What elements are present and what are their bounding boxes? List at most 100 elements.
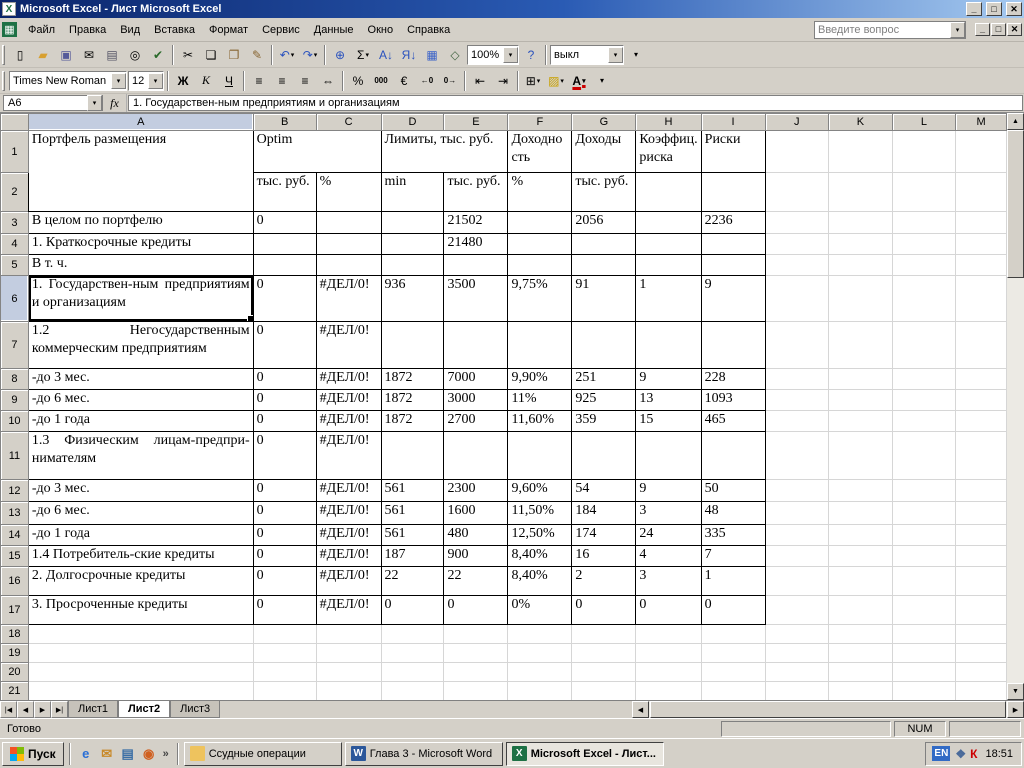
cell-I20[interactable] — [700, 662, 766, 682]
cell-D18[interactable] — [380, 624, 445, 644]
next-sheet-button[interactable]: ▶ — [34, 701, 51, 718]
column-header-g[interactable]: G — [571, 113, 637, 131]
cell-D8[interactable]: 1872 — [380, 368, 445, 390]
align-left-icon[interactable]: ≡ — [248, 70, 270, 92]
row-header-2[interactable]: 2 — [0, 172, 29, 212]
cell-A18[interactable] — [27, 624, 254, 644]
format-painter-icon[interactable]: ✎ — [246, 44, 268, 66]
cell-L11[interactable] — [891, 431, 957, 480]
cell-J17[interactable] — [764, 595, 830, 625]
toolbar-options-icon[interactable]: ▾ — [625, 44, 647, 66]
cell-G10[interactable]: 359 — [571, 410, 637, 432]
cell-E18[interactable] — [443, 624, 509, 644]
cell-F20[interactable] — [507, 662, 573, 682]
cell-E20[interactable] — [443, 662, 509, 682]
macro-state-combo[interactable]: выкл ▾ — [550, 44, 624, 65]
cell-F13[interactable]: 11,50% — [507, 501, 573, 525]
cell-G13[interactable]: 184 — [571, 501, 637, 525]
cell-G4[interactable] — [571, 233, 637, 255]
cell-G12[interactable]: 54 — [571, 479, 637, 502]
dropdown-arrow-icon[interactable]: ▾ — [365, 51, 369, 59]
cell-C10[interactable]: #ДЕЛ/0! — [315, 410, 382, 432]
cell-F10[interactable]: 11,60% — [507, 410, 573, 432]
last-sheet-button[interactable]: ▶| — [51, 701, 68, 718]
cell-B18[interactable] — [252, 624, 317, 644]
row-header-21[interactable]: 21 — [0, 681, 29, 700]
cell-C16[interactable]: #ДЕЛ/0! — [315, 566, 382, 596]
row-header-18[interactable]: 18 — [0, 624, 29, 644]
quick-launch-overflow-icon[interactable]: » — [160, 748, 172, 760]
cell-L13[interactable] — [891, 501, 957, 525]
cell-M6[interactable] — [955, 275, 1007, 322]
cell-F21[interactable] — [507, 681, 573, 700]
scroll-right-button[interactable]: ▶ — [1007, 701, 1024, 718]
cell-M20[interactable] — [955, 662, 1007, 682]
cell-K18[interactable] — [828, 624, 893, 644]
spelling-icon[interactable]: ✔ — [147, 44, 169, 66]
comma-style-icon[interactable]: 000 — [370, 70, 392, 92]
dropdown-arrow-icon[interactable]: ▾ — [537, 77, 541, 85]
cell-E13[interactable]: 1600 — [443, 501, 509, 525]
vertical-scrollbar[interactable]: ▲ ▼ — [1007, 113, 1024, 700]
minimize-button[interactable]: _ — [966, 2, 982, 16]
cell-I15[interactable]: 7 — [700, 545, 766, 567]
cell-I10[interactable]: 465 — [700, 410, 766, 432]
font-name-combo[interactable]: Times New Roman ▾ — [9, 70, 127, 91]
name-box-arrow-icon[interactable]: ▾ — [87, 95, 102, 111]
cell-G21[interactable] — [571, 681, 637, 700]
dropdown-arrow-icon[interactable]: ▾ — [111, 72, 126, 89]
cell-A10[interactable]: -до 1 года — [27, 410, 254, 432]
open-icon[interactable]: ▰ — [32, 44, 54, 66]
cell-J21[interactable] — [764, 681, 830, 700]
cell-J9[interactable] — [764, 389, 830, 411]
cell-I16[interactable]: 1 — [700, 566, 766, 596]
start-button[interactable]: Пуск — [2, 741, 64, 766]
cell-M16[interactable] — [955, 566, 1007, 596]
cut-icon[interactable]: ✂ — [177, 44, 199, 66]
hyperlink-icon[interactable]: ⊕ — [329, 44, 351, 66]
cell-H11[interactable] — [635, 431, 702, 480]
column-header-m[interactable]: M — [955, 113, 1007, 131]
cell-E10[interactable]: 2700 — [443, 410, 509, 432]
cell-H20[interactable] — [635, 662, 702, 682]
cell-G9[interactable]: 925 — [571, 389, 637, 411]
dropdown-arrow-icon[interactable]: ▾ — [950, 21, 965, 38]
cell-I3[interactable]: 2236 — [700, 211, 766, 234]
row-header-10[interactable]: 10 — [0, 410, 29, 432]
cell-F3[interactable] — [507, 211, 573, 234]
cell-A19[interactable] — [27, 643, 254, 663]
cell-M12[interactable] — [955, 479, 1007, 502]
tab-sheet3[interactable]: Лист3 — [170, 701, 221, 718]
cell-J16[interactable] — [764, 566, 830, 596]
dropdown-arrow-icon[interactable]: ▾ — [582, 77, 586, 85]
cell-L15[interactable] — [891, 545, 957, 567]
euro-icon[interactable]: € — [393, 70, 415, 92]
cell-F9[interactable]: 11% — [507, 389, 573, 411]
cell-C12[interactable]: #ДЕЛ/0! — [315, 479, 382, 502]
cell-B12[interactable]: 0 — [252, 479, 317, 502]
cell-E2[interactable]: тыс. руб. — [443, 172, 509, 212]
percent-style-icon[interactable]: % — [347, 70, 369, 92]
toolbar-grip[interactable] — [2, 44, 5, 65]
cell-H17[interactable]: 0 — [635, 595, 702, 625]
cell-J3[interactable] — [764, 211, 830, 234]
cell-J2[interactable] — [764, 172, 830, 212]
cell-H18[interactable] — [635, 624, 702, 644]
cell-A14[interactable]: -до 1 года — [27, 524, 254, 546]
cell-F17[interactable]: 0% — [507, 595, 573, 625]
column-header-i[interactable]: I — [700, 113, 766, 131]
cell-L18[interactable] — [891, 624, 957, 644]
cell-G19[interactable] — [571, 643, 637, 663]
tab-sheet2[interactable]: Лист2 — [118, 701, 171, 718]
cell-K16[interactable] — [828, 566, 893, 596]
cell-C6[interactable]: #ДЕЛ/0! — [315, 275, 382, 322]
cell-J1[interactable] — [764, 130, 830, 173]
cell-C14[interactable]: #ДЕЛ/0! — [315, 524, 382, 546]
cell-K3[interactable] — [828, 211, 893, 234]
cell-E3[interactable]: 21502 — [443, 211, 509, 234]
cell-I1[interactable]: Риски — [700, 130, 766, 173]
dropdown-arrow-icon[interactable]: ▾ — [503, 46, 518, 63]
close-button[interactable]: ✕ — [1006, 2, 1022, 16]
cell-M19[interactable] — [955, 643, 1007, 663]
cell-K7[interactable] — [828, 321, 893, 369]
